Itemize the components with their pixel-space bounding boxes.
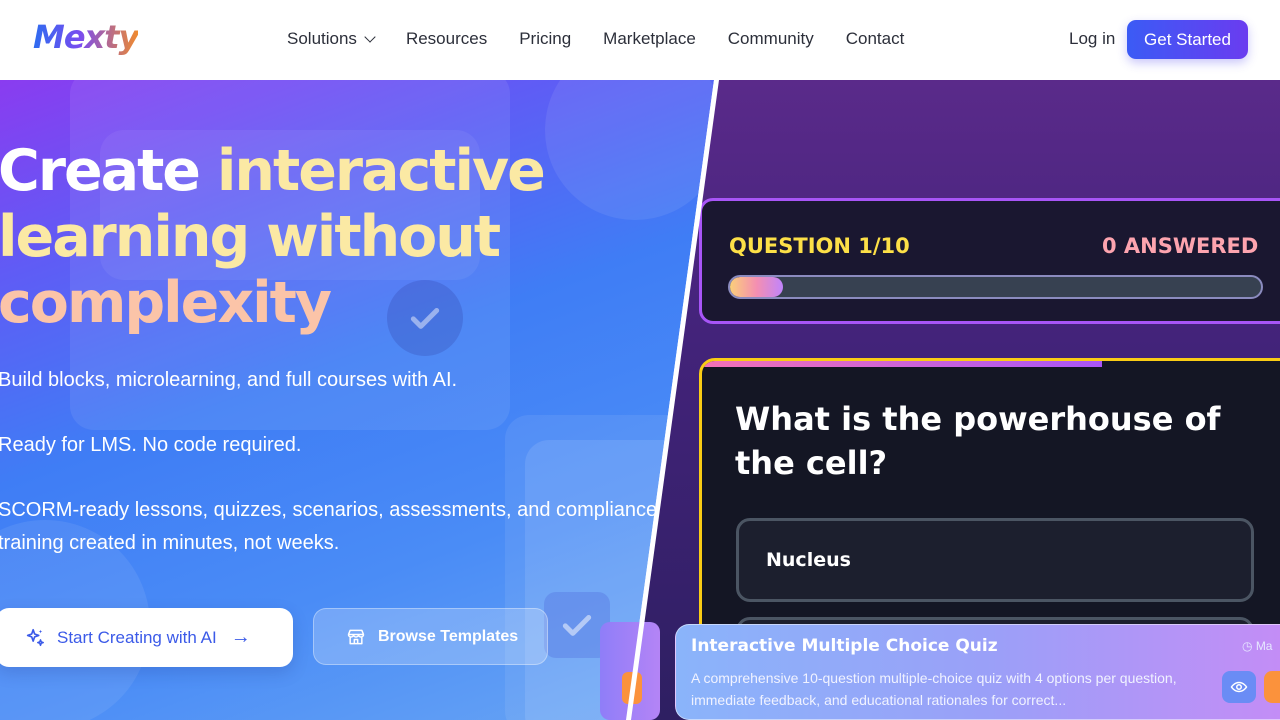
arrow-right-icon: → [230,626,251,648]
nav-solutions[interactable]: Solutions [287,29,376,49]
hero-subtitle-1: Build blocks, microlearning, and full co… [0,369,458,391]
browse-templates-label: Browse Templates [378,627,519,645]
headline-part: interactive [216,138,546,204]
answer-option[interactable]: Nucleus [736,518,1254,602]
sparkles-icon [26,628,44,646]
hero-subtitle-2: Ready for LMS. No code required. [0,434,302,456]
question-counter: QUESTION 1/10 [729,234,910,258]
quiz-progress-bar [728,275,1263,299]
chevron-down-icon [364,31,376,43]
nav-marketplace[interactable]: Marketplace [603,29,696,49]
decorative-circle [545,80,714,220]
template-meta: ◷ Ma [1242,639,1273,653]
peek-card-action [622,672,642,704]
headline-part: learning [0,204,267,270]
start-creating-button[interactable]: Start Creating with AI → [0,608,293,667]
nav-resources[interactable]: Resources [406,29,487,49]
template-description: A comprehensive 10-question multiple-cho… [691,670,1177,708]
quiz-header: QUESTION 1/10 0 ANSWERED [699,198,1280,324]
mexty-logo[interactable]: Mexty [33,18,139,56]
peek-card [600,622,660,720]
start-creating-label: Start Creating with AI [57,627,217,647]
template-action-button[interactable] [1264,671,1280,703]
template-meta-text: Ma [1255,639,1273,653]
preview-button[interactable] [1222,671,1256,703]
hero-subtitle-3a: SCORM-ready lessons, quizzes, scenarios,… [0,499,658,521]
template-title: Interactive Multiple Choice Quiz [691,636,998,656]
question-text: What is the powerhouse of the cell? [735,400,1221,482]
answered-count: 0 ANSWERED [1102,234,1259,258]
hero-headline: Create interactive learning without comp… [0,138,546,336]
login-link[interactable]: Log in [1069,29,1115,49]
nav-pricing[interactable]: Pricing [519,29,571,49]
nav-links: Solutions Resources Pricing Marketplace … [287,29,936,49]
store-icon [347,629,365,644]
quiz-progress-fill [730,277,784,297]
nav-community[interactable]: Community [728,29,814,49]
headline-part: without [266,204,501,270]
get-started-button[interactable]: Get Started [1127,20,1248,59]
top-navbar: Mexty Solutions Resources Pricing Market… [0,0,1280,80]
nav-solutions-label: Solutions [287,29,357,48]
nav-contact[interactable]: Contact [846,29,905,49]
eye-icon [1230,681,1248,693]
template-card[interactable]: Interactive Multiple Choice Quiz A compr… [675,624,1280,720]
question-card-accent [702,361,1102,367]
browse-templates-button[interactable]: Browse Templates [313,608,548,665]
headline-part: Create [0,138,217,204]
hero-subtitle-3b: training created in minutes, not weeks. [0,532,340,554]
quiz-preview: QUESTION 1/10 0 ANSWERED What is the pow… [628,80,1280,720]
headline-part: complexity [0,270,332,336]
